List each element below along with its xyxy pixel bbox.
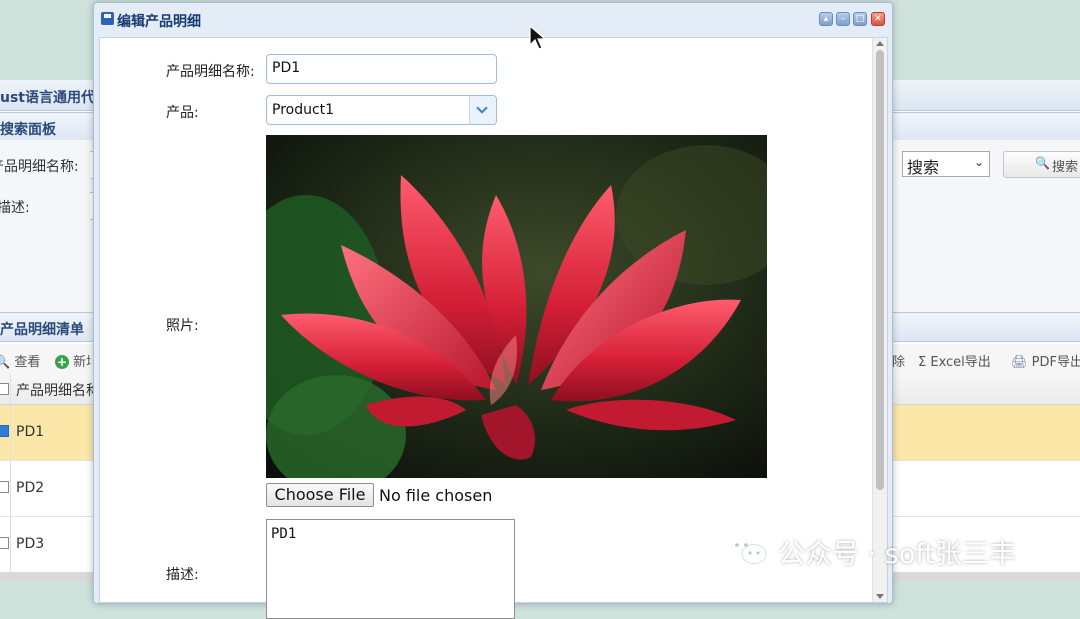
column-divider (10, 517, 11, 572)
dialog-title-bar[interactable]: 编辑产品明细 ▴ – □ ✕ (94, 3, 892, 35)
close-icon: ✕ (874, 14, 882, 24)
close-button[interactable]: ✕ (871, 12, 885, 26)
search-desc-label: 描述: (0, 200, 30, 216)
collapse-icon: ▴ (823, 14, 829, 24)
name-label: 产品明细名称: (166, 64, 255, 80)
product-label: 产品: (166, 105, 199, 121)
row-checkbox[interactable] (0, 481, 9, 493)
view-button[interactable]: 🔍 查看 (0, 351, 40, 370)
name-input[interactable]: PD1 (266, 54, 497, 84)
photo-label: 照片: (166, 318, 199, 334)
row-name-cell: PD1 (16, 424, 45, 440)
delete-button[interactable]: 除 (892, 351, 905, 370)
chevron-down-icon: ⌄ (973, 155, 984, 169)
scroll-up-icon[interactable] (876, 41, 884, 46)
excel-export-button[interactable]: Σ Excel导出 (918, 351, 991, 370)
search-button[interactable]: 🔍 搜索 (1003, 151, 1080, 178)
add-button[interactable]: + 新增 (55, 351, 91, 370)
product-photo (266, 135, 767, 478)
select-all-checkbox[interactable] (0, 383, 9, 395)
column-header-name[interactable]: 产品明细名称 (16, 380, 96, 400)
column-divider (10, 461, 11, 516)
minimize-button[interactable]: – (836, 12, 850, 26)
row-name-cell: PD2 (16, 480, 45, 496)
pdf-export-button[interactable]: 🖨 PDF导出 (1011, 351, 1080, 370)
save-icon (101, 12, 114, 25)
minimize-icon: – (840, 14, 846, 24)
app-title: ust语言通用代 (0, 90, 95, 106)
dialog-body: 产品明细名称: PD1 产品: Product1 照片: Choose File… (99, 37, 888, 619)
row-checkbox[interactable] (0, 537, 9, 549)
chevron-down-icon[interactable] (469, 96, 496, 124)
maximize-icon: □ (855, 14, 865, 24)
scroll-thumb[interactable] (876, 50, 884, 490)
row-checkbox[interactable] (0, 425, 9, 437)
pdf-icon: 🖨 (1011, 355, 1028, 370)
product-combobox[interactable]: Product1 (266, 95, 497, 125)
file-status: No file chosen (379, 486, 493, 505)
list-panel-title: 产品明细清单 (0, 322, 84, 338)
maximize-button[interactable]: □ (853, 12, 867, 26)
choose-file-button[interactable]: Choose File (266, 483, 374, 507)
lotus-photo-image (266, 135, 767, 478)
dialog-vertical-scrollbar[interactable] (872, 38, 887, 602)
wechat-icon (728, 536, 767, 564)
search-icon: 🔍 (1035, 156, 1050, 170)
search-name-label: 产品明细名称: (0, 159, 79, 175)
row-name-cell: PD3 (16, 536, 45, 552)
description-textarea[interactable]: PD1 (266, 519, 515, 619)
edit-dialog: 编辑产品明细 ▴ – □ ✕ 产品明细名称: PD1 产品: Product1 … (93, 2, 893, 619)
column-divider (10, 374, 11, 404)
description-label: 描述: (166, 567, 199, 583)
watermark-text: 公众号 · soft张三丰 (778, 539, 1016, 570)
search-mode-select[interactable]: 搜索 ⌄ (902, 151, 990, 177)
dialog-title: 编辑产品明细 (117, 14, 201, 30)
search-panel-title: 搜索面板 (0, 122, 56, 138)
sigma-icon: Σ (918, 355, 927, 370)
mouse-cursor-icon (529, 25, 547, 50)
add-icon: + (55, 355, 69, 369)
collapse-button[interactable]: ▴ (819, 12, 833, 26)
column-divider (10, 405, 11, 460)
view-icon: 🔍 (0, 355, 11, 370)
